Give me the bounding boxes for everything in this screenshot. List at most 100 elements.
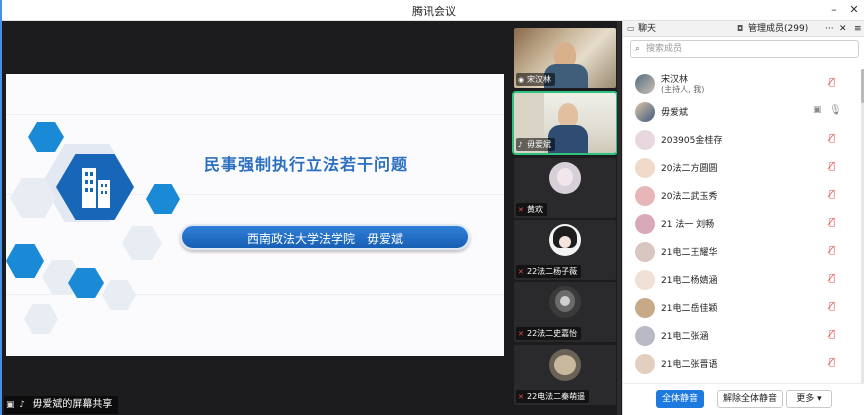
member-name: 21电二张涵 <box>661 332 709 342</box>
mic-muted-icon: ✕ <box>518 330 524 338</box>
mic-muted-icon: ✕ <box>518 206 524 214</box>
mic-muted-icon[interactable]: 🎙̸ <box>829 217 835 228</box>
video-tile[interactable]: ✕ 22法二杨子薇 <box>514 220 616 280</box>
presentation-slide: 民事强制执行立法若干问题 西南政法大学法学院 毋爱斌 <box>6 74 504 356</box>
mic-muted-icon[interactable]: 🎙̸ <box>829 161 835 172</box>
member-role: (主持人, 我) <box>661 85 705 94</box>
member-row[interactable]: 21电二杨婧涵 🎙̸ <box>623 266 864 294</box>
video-name-label: ✕ 22法二杨子薇 <box>516 265 582 278</box>
video-name-label: ✕ 22法二史嘉怡 <box>516 327 582 340</box>
meeting-window: 腾讯会议 – ✕ 民事强制执行立法若干问题 西南政法大学法学院 毋爱斌 ▣ ♪ … <box>0 0 864 415</box>
video-column-scrollbar[interactable] <box>617 21 621 415</box>
member-row[interactable]: 21电二王耀华 🎙̸ <box>623 238 864 266</box>
hexagon-decoration <box>24 304 58 334</box>
slide-subtitle: 西南政法大学法学院 毋爱斌 <box>246 232 403 246</box>
slide-subtitle-banner: 西南政法大学法学院 毋爱斌 <box>180 224 470 250</box>
video-name-label: ◉ 宋汉林 <box>516 73 555 86</box>
avatar <box>635 186 655 206</box>
avatar <box>635 242 655 262</box>
member-name: 21电二王耀华 <box>661 248 718 258</box>
search-placeholder: 搜索成员 <box>646 44 683 54</box>
unmute-all-button[interactable]: 解除全体静音 <box>717 390 783 408</box>
microphone-icon[interactable]: 🎙 <box>829 105 842 116</box>
member-name: 20法二武玉秀 <box>661 192 718 202</box>
avatar <box>635 270 655 290</box>
slide-title: 民事强制执行立法若干问题 <box>204 155 409 174</box>
member-row[interactable]: 21电二岳佳颖 🎙̸ <box>623 294 864 322</box>
screen-share-label: ▣ ♪ 毋爱斌的屏幕共享 <box>4 396 119 414</box>
tab-chat[interactable]: ▭ 聊天 <box>627 21 656 37</box>
member-row[interactable]: 203905金桂存 🎙̸ <box>623 126 864 154</box>
member-name: 203905金桂存 <box>661 136 723 146</box>
hexagon-decoration <box>6 244 44 278</box>
mic-muted-icon[interactable]: 🎙̸ <box>829 301 835 312</box>
panel-tabs: ▭ 聊天 ◘ 管理成员(299) ··· ✕ ≡ <box>623 21 864 37</box>
members-icon: ◘ <box>737 24 744 33</box>
chat-icon: ▭ <box>627 24 635 33</box>
member-name: 21电二张晋语 <box>661 360 718 370</box>
avatar <box>635 74 655 94</box>
mic-muted-icon[interactable]: 🎙̸ <box>829 357 835 368</box>
member-row[interactable]: 宋汉林 (主持人, 我) 🎙̸ <box>623 70 864 98</box>
hexagon-decoration <box>122 226 162 260</box>
avatar <box>635 130 655 150</box>
video-name-label: ✕ 黄欢 <box>516 203 547 216</box>
video-tile[interactable]: ✕ 黄欢 <box>514 158 616 218</box>
member-row[interactable]: 21 法一 刘畅 🎙̸ <box>623 210 864 238</box>
member-row[interactable]: 21电二张晋语 🎙̸ <box>623 350 864 378</box>
hexagon-decoration <box>102 280 136 310</box>
member-row[interactable]: 20法二方圆圆 🎙̸ <box>623 154 864 182</box>
avatar <box>635 158 655 178</box>
mic-muted-icon: ✕ <box>518 268 524 276</box>
minimize-icon[interactable]: – <box>825 2 843 18</box>
mic-muted-icon[interactable]: 🎙̸ <box>829 273 835 284</box>
tab-members[interactable]: ◘ 管理成员(299) <box>737 21 808 37</box>
panel-footer: 全体静音 解除全体静音 更多 ▾ <box>623 383 864 415</box>
user-icon: ◉ <box>518 76 525 84</box>
more-options-icon[interactable]: ··· <box>825 21 834 37</box>
screen-share-icon: ▣ <box>813 105 822 115</box>
avatar <box>635 102 655 122</box>
video-column: ◉ 宋汉林 ♪ 毋爱斌 ✕ 黄欢 ✕ 22法二杨子薇 ✕ 22法二史嘉怡 ✕ 2… <box>508 21 621 415</box>
video-tile[interactable]: ✕ 22法二史嘉怡 <box>514 282 616 342</box>
avatar <box>635 326 655 346</box>
hexagon-decoration <box>28 122 64 152</box>
avatar <box>549 349 581 381</box>
member-name: 21 法一 刘畅 <box>661 220 715 230</box>
mic-muted-icon[interactable]: 🎙̸ <box>829 189 835 200</box>
mic-muted-icon[interactable]: 🎙̸ <box>829 77 835 88</box>
member-row[interactable]: 20法二武玉秀 🎙̸ <box>623 182 864 210</box>
screen-share-owner: 毋爱斌的屏幕共享 <box>32 399 113 410</box>
mute-all-button[interactable]: 全体静音 <box>656 390 704 408</box>
avatar <box>635 214 655 234</box>
mic-muted-icon[interactable]: 🎙̸ <box>829 245 835 256</box>
hexagon-decoration <box>146 184 180 214</box>
avatar <box>549 286 581 318</box>
avatar <box>635 298 655 318</box>
close-panel-icon[interactable]: ✕ <box>839 21 847 37</box>
member-row[interactable]: 毋爱斌 ▣ 🎙 <box>623 98 864 126</box>
mic-muted-icon[interactable]: 🎙̸ <box>829 329 835 340</box>
search-icon: ⌕ <box>635 44 641 54</box>
microphone-icon: ♪ <box>518 141 523 149</box>
member-panel: ▭ 聊天 ◘ 管理成员(299) ··· ✕ ≡ ⌕ 搜索成员 宋汉林 (主持人, … <box>622 21 864 415</box>
mic-muted-icon[interactable]: 🎙̸ <box>829 133 835 144</box>
video-tile-active-speaker[interactable]: ♪ 毋爱斌 <box>512 91 618 155</box>
avatar <box>549 162 581 194</box>
member-name: 毋爱斌 <box>661 108 689 118</box>
menu-icon[interactable]: ≡ <box>854 21 862 37</box>
person-head <box>558 103 578 127</box>
close-icon[interactable]: ✕ <box>845 2 863 18</box>
screen-share-icon: ▣ <box>6 400 15 410</box>
member-row[interactable]: 21电二张涵 🎙̸ <box>623 322 864 350</box>
video-tile[interactable]: ◉ 宋汉林 <box>514 28 616 88</box>
member-name: 20法二方圆圆 <box>661 164 718 174</box>
video-tile[interactable]: ✕ 22电法二秦萌遥 <box>514 345 616 405</box>
search-input[interactable]: ⌕ 搜索成员 <box>630 40 859 58</box>
window-title: 腾讯会议 <box>412 5 456 18</box>
more-button[interactable]: 更多 ▾ <box>786 390 832 408</box>
building-icon <box>82 168 110 208</box>
mic-muted-icon: ✕ <box>518 393 524 401</box>
title-bar: 腾讯会议 – ✕ <box>2 0 864 21</box>
avatar <box>549 224 581 256</box>
